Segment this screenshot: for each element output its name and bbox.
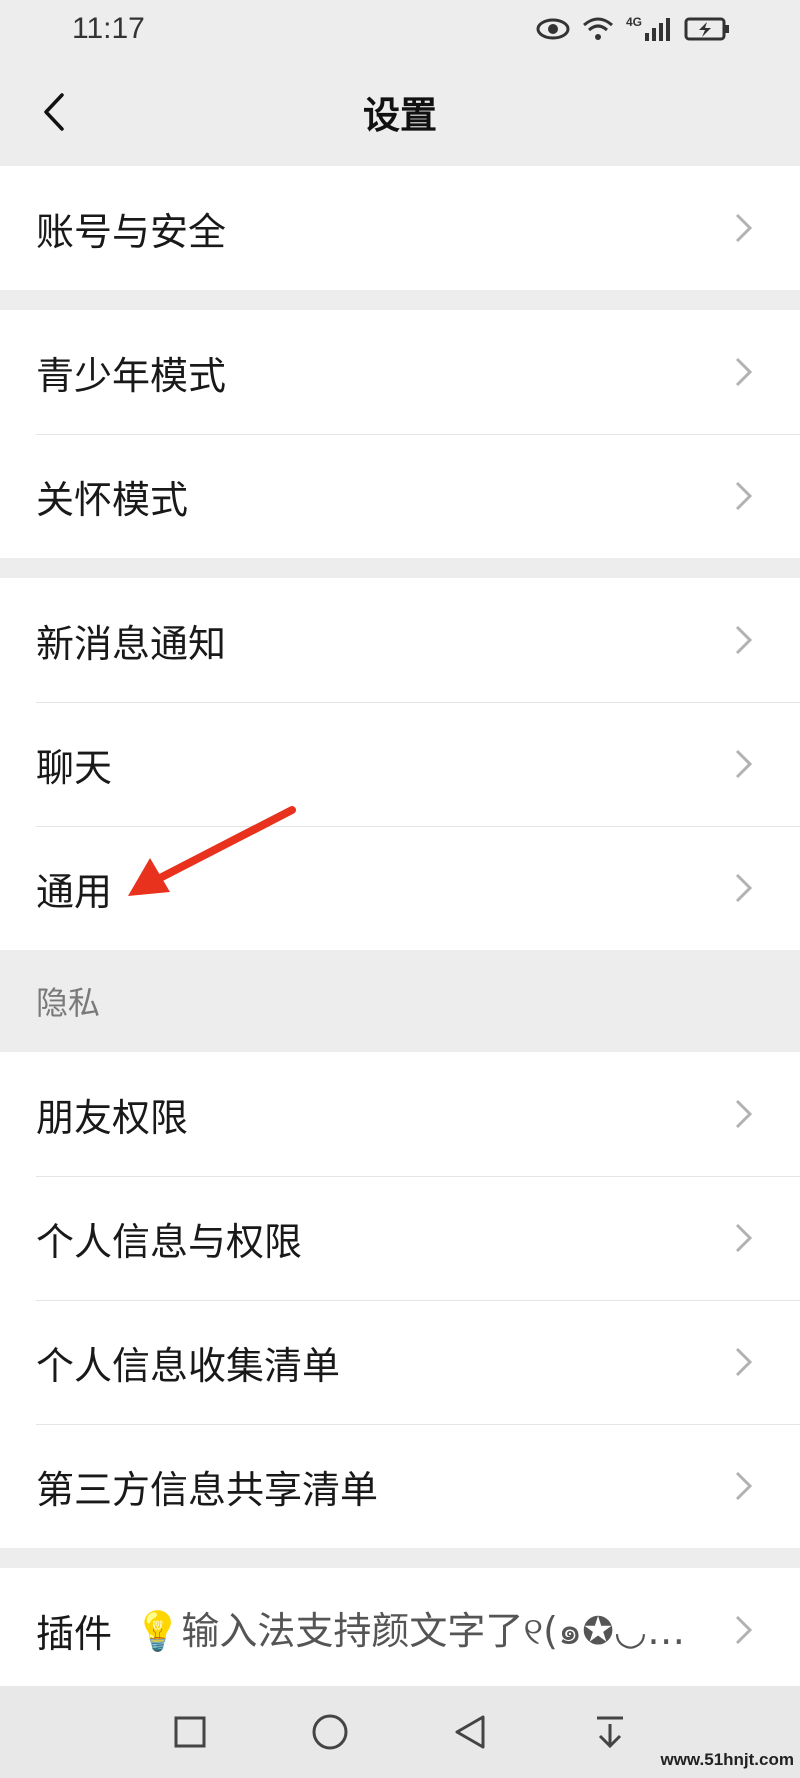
row-plugins[interactable]: 插件 💡输入法支持颜文字了୧(๑✪◡… xyxy=(0,1568,800,1692)
row-label: 关怀模式 xyxy=(36,477,189,522)
group-gap xyxy=(0,1548,800,1568)
row-label: 插件 xyxy=(36,1611,113,1656)
signal-icon xyxy=(645,18,670,41)
network-type: 4G xyxy=(625,15,642,29)
row-third-party-sharing-list[interactable]: 第三方信息共享清单 xyxy=(0,1424,800,1548)
status-time: 11:17 xyxy=(72,12,145,45)
plugins-promo-text: 💡输入法支持颜文字了୧(๑✪◡… xyxy=(134,1608,686,1653)
row-label: 青少年模式 xyxy=(36,353,227,398)
status-bar: 11:17 4G xyxy=(0,0,800,58)
recent-apps-button[interactable] xyxy=(120,1686,260,1778)
chevron-right-icon xyxy=(735,213,753,243)
home-button[interactable] xyxy=(260,1686,400,1778)
row-personal-info-collection-list[interactable]: 个人信息收集清单 xyxy=(0,1300,800,1424)
nav-bar: 设置 xyxy=(0,58,800,166)
watermark: www.51hnjt.com xyxy=(660,1750,794,1769)
triangle-back-icon xyxy=(455,1715,485,1749)
group-gap xyxy=(0,290,800,310)
pull-down-icon xyxy=(597,1716,623,1749)
chevron-right-icon xyxy=(735,1615,753,1645)
square-icon xyxy=(174,1716,206,1748)
eye-icon xyxy=(536,18,570,40)
row-friend-permissions[interactable]: 朋友权限 xyxy=(0,1052,800,1176)
settings-group-privacy: 朋友权限 个人信息与权限 个人信息收集清单 第三方信息共享清单 xyxy=(0,1052,800,1548)
row-chat[interactable]: 聊天 xyxy=(0,702,800,826)
row-label: 第三方信息共享清单 xyxy=(36,1467,379,1512)
notification-pull-down-button[interactable] xyxy=(540,1686,680,1778)
row-general[interactable]: 通用 xyxy=(0,826,800,950)
row-personal-info-permissions[interactable]: 个人信息与权限 xyxy=(0,1176,800,1300)
battery-charging-icon xyxy=(684,17,729,41)
row-label: 个人信息收集清单 xyxy=(36,1343,341,1388)
status-icons: 4G xyxy=(536,15,730,42)
system-back-button[interactable] xyxy=(400,1686,540,1778)
row-label: 个人信息与权限 xyxy=(36,1219,303,1264)
row-label: 聊天 xyxy=(36,745,113,790)
settings-group-plugins: 插件 💡输入法支持颜文字了୧(๑✪◡… xyxy=(0,1568,800,1692)
chevron-right-icon xyxy=(735,481,753,511)
settings-group-modes: 青少年模式 关怀模式 xyxy=(0,310,800,558)
group-gap xyxy=(0,558,800,578)
row-label: 账号与安全 xyxy=(36,209,227,254)
wifi-icon xyxy=(583,17,613,40)
back-button[interactable] xyxy=(22,80,86,144)
chevron-right-icon xyxy=(735,1099,753,1129)
chevron-right-icon xyxy=(735,873,753,903)
row-account-security[interactable]: 账号与安全 xyxy=(0,166,800,290)
circle-icon xyxy=(312,1714,348,1750)
section-header-privacy: 隐私 xyxy=(0,950,800,1052)
row-label: 新消息通知 xyxy=(36,621,227,666)
chevron-right-icon xyxy=(735,749,753,779)
settings-group-general: 新消息通知 聊天 通用 xyxy=(0,578,800,950)
row-label: 朋友权限 xyxy=(36,1095,189,1140)
page-title: 设置 xyxy=(363,94,437,137)
chevron-right-icon xyxy=(735,1347,753,1377)
chevron-right-icon xyxy=(735,1223,753,1253)
row-care-mode[interactable]: 关怀模式 xyxy=(0,434,800,558)
settings-group-account: 账号与安全 xyxy=(0,166,800,290)
row-new-message-notification[interactable]: 新消息通知 xyxy=(0,578,800,702)
chevron-left-icon xyxy=(44,93,64,131)
chevron-right-icon xyxy=(735,1471,753,1501)
row-label: 通用 xyxy=(36,869,113,914)
row-youth-mode[interactable]: 青少年模式 xyxy=(0,310,800,434)
chevron-right-icon xyxy=(735,357,753,387)
chevron-right-icon xyxy=(735,625,753,655)
